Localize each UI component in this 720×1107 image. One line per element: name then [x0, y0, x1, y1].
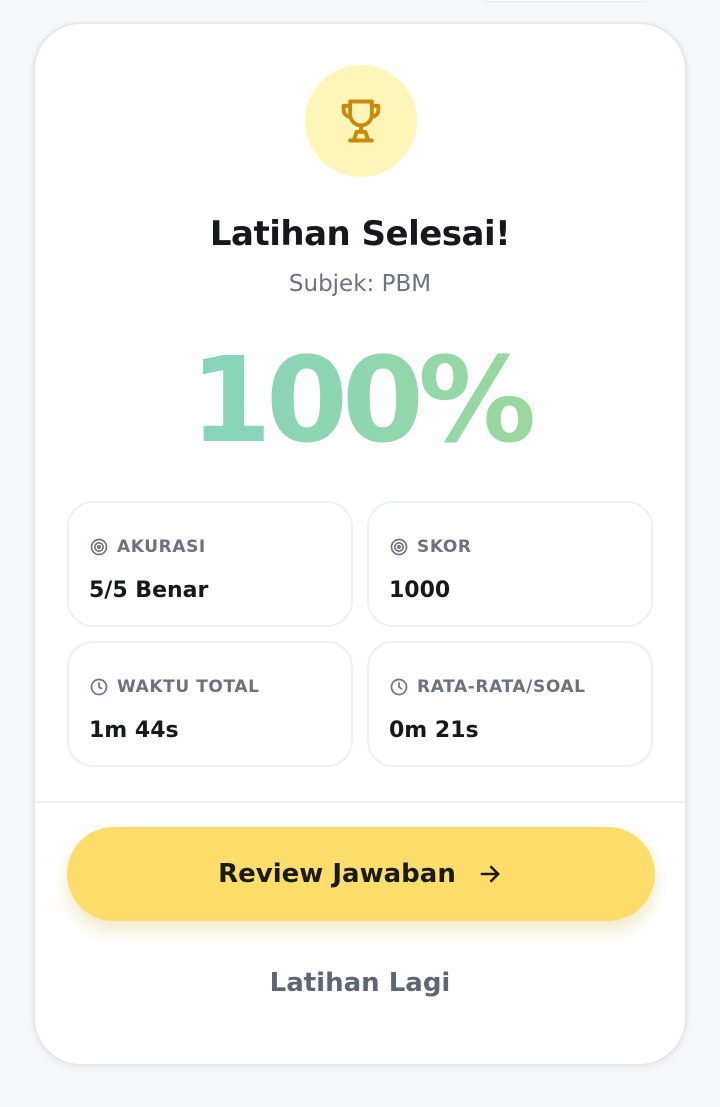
trophy-badge	[305, 65, 417, 177]
review-answers-label: Review Jawaban	[218, 859, 456, 889]
stat-label: RATA-RATA/SOAL	[417, 677, 586, 697]
stat-card-total-time: WAKTU TOTAL 1m 44s	[67, 641, 353, 767]
result-card: Latihan Selesai! Subjek: PBM 100% AKURAS…	[33, 22, 687, 1066]
arrow-right-icon	[480, 865, 500, 883]
clock-icon	[390, 678, 408, 696]
stat-card-average-time: RATA-RATA/SOAL 0m 21s	[367, 641, 653, 767]
trophy-icon	[341, 99, 381, 143]
stat-card-accuracy: AKURASI 5/5 Benar	[67, 501, 353, 627]
stat-label: WAKTU TOTAL	[117, 677, 260, 697]
clock-icon	[90, 678, 108, 696]
stat-card-score: SKOR 1000	[367, 501, 653, 627]
stat-value: 0m 21s	[389, 718, 479, 743]
stat-value: 1m 44s	[89, 718, 179, 743]
subject-label: Subjek: PBM	[288, 271, 432, 297]
background-card-edge	[480, 0, 650, 2]
page-title: Latihan Selesai!	[209, 214, 511, 254]
score-percentage: 100%	[35, 335, 685, 466]
review-answers-button[interactable]: Review Jawaban	[67, 827, 655, 921]
practice-again-link[interactable]: Latihan Lagi	[35, 968, 685, 998]
divider	[35, 801, 685, 803]
stat-label: SKOR	[417, 537, 472, 557]
stat-value: 1000	[389, 578, 451, 603]
stat-label: AKURASI	[117, 537, 206, 557]
target-icon	[390, 538, 408, 556]
stat-value: 5/5 Benar	[89, 578, 209, 603]
target-icon	[90, 538, 108, 556]
